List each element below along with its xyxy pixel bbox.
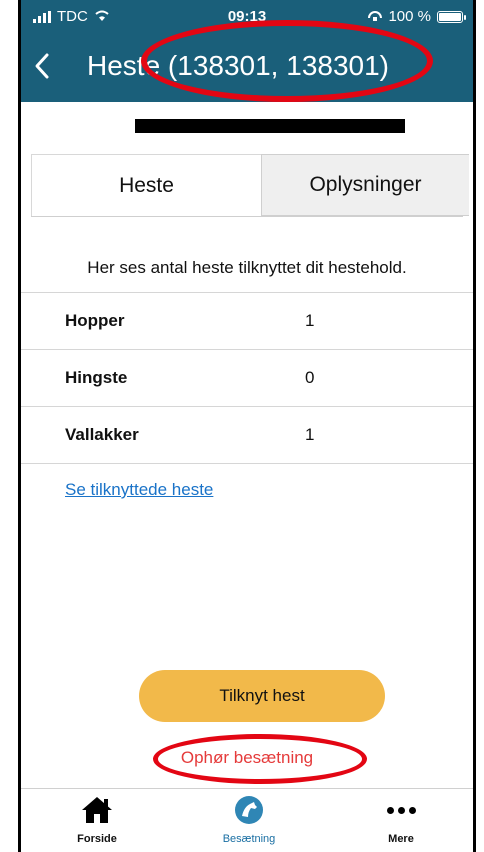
- chevron-left-icon: [35, 53, 49, 79]
- battery-icon: [437, 10, 466, 23]
- end-herd-button[interactable]: Ophør besætning: [21, 748, 473, 768]
- see-linked-horses-link[interactable]: Se tilknyttede heste: [65, 480, 213, 500]
- battery-percent: 100 %: [388, 8, 431, 25]
- tab-heste[interactable]: Heste: [31, 154, 261, 216]
- header-bar: TDC 09:13 100 % Heste (138301, 138301): [21, 0, 473, 102]
- table-row: Vallakker 1: [21, 406, 473, 464]
- status-bar: TDC 09:13 100 %: [21, 0, 473, 32]
- horse-count-table: Hopper 1 Hingste 0 Vallakker 1: [21, 292, 473, 464]
- row-label: Hopper: [65, 311, 125, 330]
- back-button[interactable]: [33, 52, 51, 86]
- home-icon: [21, 795, 173, 825]
- page-title: Heste (138301, 138301): [87, 50, 389, 81]
- tabbar-item-forside[interactable]: Forside: [21, 789, 173, 852]
- tabbar-item-besaetning[interactable]: Besætning: [173, 789, 325, 852]
- location-icon: [368, 8, 383, 25]
- redaction-bar: [135, 119, 405, 133]
- more-dots-icon: [325, 795, 473, 825]
- row-label: Vallakker: [65, 425, 139, 444]
- tab-oplysninger[interactable]: Oplysninger: [261, 154, 469, 216]
- table-row: Hingste 0: [21, 349, 473, 406]
- row-value: 1: [305, 311, 315, 330]
- row-label: Hingste: [65, 368, 128, 387]
- tabbar-item-mere[interactable]: Mere: [325, 789, 473, 852]
- link-horse-button[interactable]: Tilknyt hest: [139, 670, 385, 722]
- row-value: 1: [305, 425, 315, 444]
- nav-row: Heste (138301, 138301): [21, 46, 473, 90]
- app-screen: TDC 09:13 100 % Heste (138301, 138301) H…: [18, 0, 476, 852]
- status-right: 100 %: [368, 8, 466, 25]
- tabbar-label: Besætning: [222, 833, 276, 845]
- description-text: Her ses antal heste tilknyttet dit heste…: [87, 258, 407, 277]
- table-row: Hopper 1: [21, 292, 473, 349]
- bottom-tab-bar: Forside Besætning Mere: [21, 788, 473, 852]
- horse-icon: [173, 795, 325, 825]
- address-line: [21, 102, 473, 154]
- tabbar-label: Mere: [388, 833, 414, 845]
- row-value: 0: [305, 368, 315, 387]
- tabbar-label: Forside: [77, 833, 117, 845]
- segment-tabs: Heste Oplysninger: [31, 154, 469, 217]
